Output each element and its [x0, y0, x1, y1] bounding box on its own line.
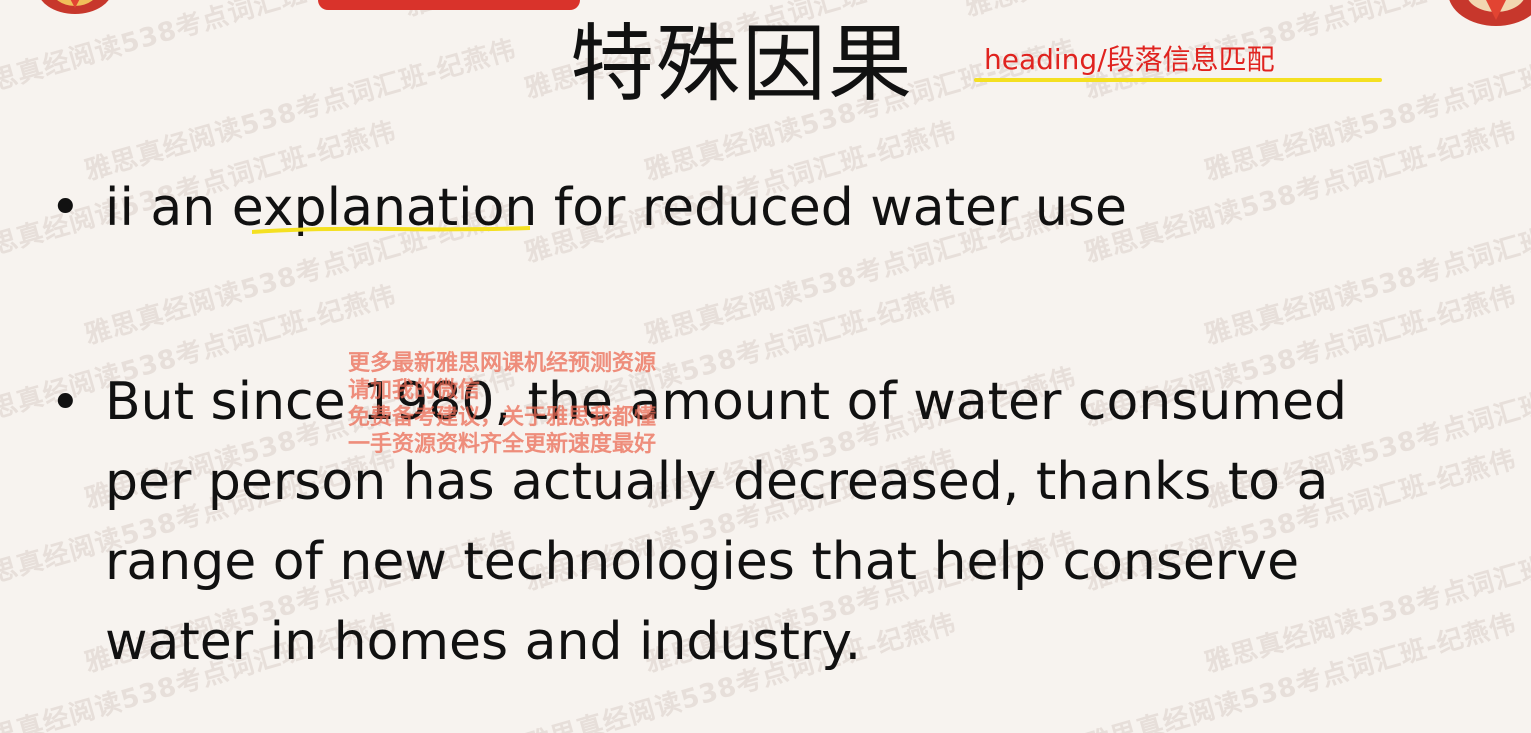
- bullet-1-line-1: ii an explanation for reduced water use: [105, 178, 1127, 238]
- title-highlight-underline: [974, 78, 1382, 82]
- bullet-item-1: ii an explanation for reduced water use: [105, 168, 1127, 248]
- top-left-logo-icon: [20, 0, 130, 20]
- bullet-marker: •: [50, 178, 81, 238]
- bullet-2-line-3: range of new technologies that help cons…: [105, 532, 1300, 592]
- top-right-logo-icon: [1431, 0, 1531, 35]
- promo-line-2: 请加我的微信: [348, 378, 481, 403]
- slide-title: 特殊因果: [570, 15, 915, 113]
- promo-line-3: 免费备考建议，关于雅思我都懂: [348, 405, 657, 430]
- promo-line-4: 一手资源资料齐全更新速度最好: [348, 432, 657, 457]
- promo-overlay: 更多最新雅思网课机经预测资源 请加我的微信 免费备考建议，关于雅思我都懂 一手资…: [348, 350, 748, 458]
- watermark-text: 雅思真经阅读538考点词汇班-纪燕伟: [1081, 116, 1520, 269]
- promo-line-1: 更多最新雅思网课机经预测资源: [348, 351, 657, 376]
- watermark-text: 雅思真经阅读538考点词汇班-纪燕伟: [81, 34, 520, 187]
- watermark-text: 雅思真经阅读538考点词汇班-纪燕伟: [960, 0, 1400, 24]
- title-annotation: heading/段落信息匹配: [984, 43, 1275, 76]
- bullet-marker: •: [50, 373, 81, 433]
- watermark-text: 雅思真经阅读538考点词汇班-纪燕伟: [1201, 198, 1531, 351]
- top-red-bar: [318, 0, 580, 10]
- bullet-2-line-4: water in homes and industry.: [105, 612, 862, 672]
